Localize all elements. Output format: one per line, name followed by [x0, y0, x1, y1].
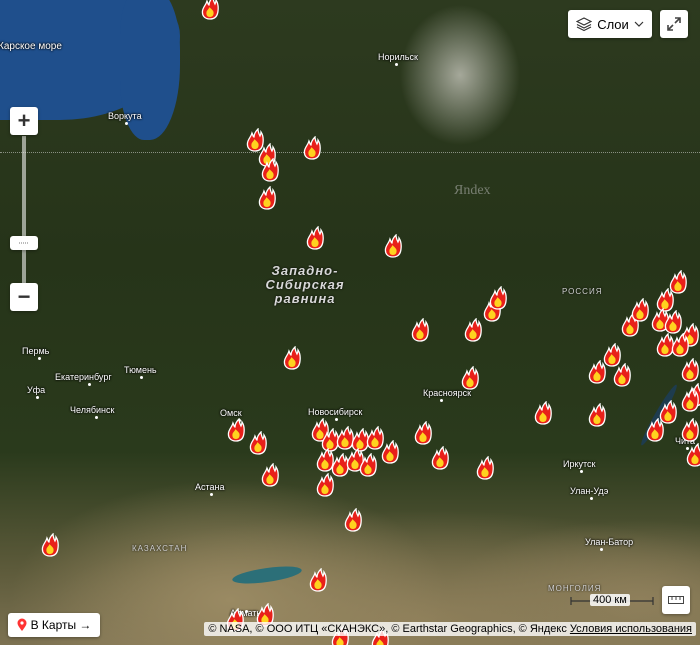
city-label: Екатеринбург	[55, 372, 112, 382]
city-dot	[580, 470, 583, 473]
attribution-text: © NASA, © ООО ИТЦ «СКАНЭКС», © Earthstar…	[208, 623, 567, 635]
country-label-russia: РОССИЯ	[562, 287, 603, 296]
city-dot	[395, 63, 398, 66]
ruler-button[interactable]	[662, 586, 690, 614]
city-label: Уфа	[27, 385, 46, 395]
city-dot	[335, 418, 338, 421]
city-label: Новосибирск	[308, 407, 363, 417]
attribution: © NASA, © ООО ИТЦ «СКАНЭКС», © Earthstar…	[204, 622, 696, 636]
city-label: Астана	[195, 482, 225, 492]
fire-icon[interactable]	[671, 333, 689, 357]
city-dot	[590, 497, 593, 500]
arctic-circle-line	[0, 152, 700, 153]
fire-icon[interactable]	[227, 418, 245, 442]
open-in-maps-button[interactable]: В Карты →	[8, 613, 100, 637]
city-label: Челябинск	[70, 405, 115, 415]
grip-icon	[19, 242, 29, 244]
layers-icon	[576, 17, 593, 32]
fire-icon[interactable]	[283, 346, 301, 370]
fire-icon[interactable]	[631, 298, 649, 322]
fire-icon[interactable]	[261, 158, 279, 182]
fire-icon[interactable]	[464, 318, 482, 342]
city-label: Омск	[220, 408, 242, 418]
city-dot	[88, 383, 91, 386]
fire-icon[interactable]	[664, 310, 682, 334]
city-label: Тюмень	[124, 365, 157, 375]
fire-icon[interactable]	[489, 286, 507, 310]
fire-icon[interactable]	[258, 186, 276, 210]
yandex-watermark: Яndex	[454, 183, 491, 198]
city-dot	[140, 376, 143, 379]
country-label-kazakhstan: КАЗАХСТАН	[132, 544, 188, 553]
city-label: Иркутск	[563, 459, 596, 469]
zoom-in-button[interactable]: +	[10, 107, 38, 135]
city-label: Воркута	[108, 111, 142, 121]
satellite-map[interactable]: Карское море Западно-Сибирская равнина Р…	[0, 0, 700, 645]
expand-icon	[667, 17, 681, 31]
fire-icon[interactable]	[41, 533, 59, 557]
fire-icon[interactable]	[686, 443, 700, 467]
fire-icon[interactable]	[201, 0, 219, 20]
fullscreen-button[interactable]	[660, 10, 688, 38]
fire-icon[interactable]	[261, 463, 279, 487]
city-dot	[245, 610, 248, 613]
fire-icon[interactable]	[613, 363, 631, 387]
city-dot	[36, 396, 39, 399]
fire-icon[interactable]	[476, 456, 494, 480]
region-label: Западно-Сибирская равнина	[265, 263, 345, 306]
fire-icon[interactable]	[359, 453, 377, 477]
city-dot	[210, 493, 213, 496]
zoom-out-button[interactable]: −	[10, 283, 38, 311]
city-dot	[95, 416, 98, 419]
city-label: Пермь	[22, 346, 50, 356]
city-dot	[600, 548, 603, 551]
fire-icon[interactable]	[381, 440, 399, 464]
fire-icon[interactable]	[411, 318, 429, 342]
layers-label: Слои	[597, 16, 629, 32]
fire-icon[interactable]	[306, 226, 324, 250]
city-label: Улан-Батор	[585, 537, 634, 547]
scale-bar: 400 км	[570, 594, 654, 608]
zoom-slider-track[interactable]	[22, 136, 26, 286]
fire-icon[interactable]	[461, 366, 479, 390]
terms-link[interactable]: Условия использования	[570, 623, 692, 635]
scale-label: 400 км	[590, 594, 630, 606]
fire-icon[interactable]	[681, 358, 699, 382]
lake-balkhash	[231, 563, 303, 587]
city-dot	[440, 399, 443, 402]
ruler-icon	[668, 596, 684, 604]
fire-icon[interactable]	[534, 401, 552, 425]
city-dot	[125, 122, 128, 125]
fire-icon[interactable]	[669, 270, 687, 294]
city-label: Норильск	[378, 52, 418, 62]
fire-icon[interactable]	[659, 400, 677, 424]
fire-icon[interactable]	[316, 473, 334, 497]
layers-button[interactable]: Слои	[568, 10, 652, 38]
fire-icon[interactable]	[384, 234, 402, 258]
zoom-slider-handle[interactable]	[10, 236, 38, 250]
fire-icon[interactable]	[588, 403, 606, 427]
city-dot	[38, 357, 41, 360]
fire-icon[interactable]	[309, 568, 327, 592]
fire-icon[interactable]	[303, 136, 321, 160]
city-label: Улан-Удэ	[570, 486, 609, 496]
fire-icon[interactable]	[344, 508, 362, 532]
chevron-down-icon	[634, 21, 644, 27]
fire-icon[interactable]	[249, 431, 267, 455]
map-pin-icon	[17, 618, 27, 631]
fire-icon[interactable]	[681, 418, 699, 442]
open-in-maps-label: В Карты →	[30, 618, 92, 632]
sea-label: Карское море	[0, 41, 62, 52]
country-label-mongolia: МОНГОЛИЯ	[548, 584, 602, 593]
fire-icon[interactable]	[431, 446, 449, 470]
fire-icon[interactable]	[681, 388, 699, 412]
fire-icon[interactable]	[414, 421, 432, 445]
